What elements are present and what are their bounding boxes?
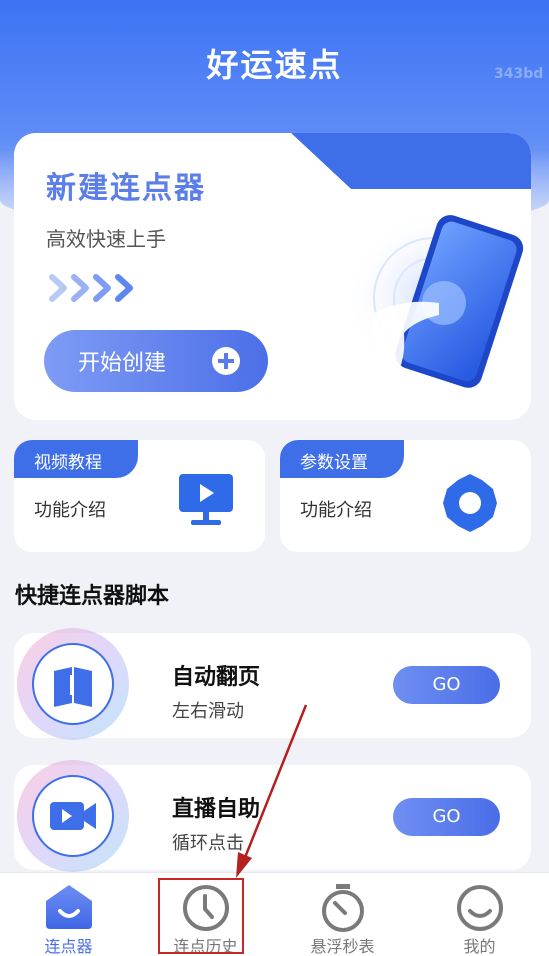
tab-clicker[interactable]: 连点器 [0,873,137,956]
video-camera-icon [14,757,132,875]
plus-icon [212,347,240,375]
script-desc: 循环点击 [172,833,244,854]
start-create-button[interactable]: 开始创建 [44,330,268,392]
feature-desc: 功能介绍 [300,500,372,521]
hero-subtitle: 高效快速上手 [46,227,166,251]
feature-desc: 功能介绍 [34,500,106,521]
parameter-settings-card[interactable]: 参数设置 功能介绍 [280,440,531,552]
script-card-live-assist[interactable]: 直播自助 循环点击 GO [14,760,531,872]
phone-tap-illustration [344,203,531,413]
script-card-auto-page[interactable]: 自动翻页 左右滑动 GO [14,628,531,740]
feature-tag: 视频教程 [14,440,138,478]
tab-label: 悬浮秒表 [310,937,375,956]
script-name: 直播自助 [172,797,261,822]
home-face-icon [46,885,92,929]
tab-label: 连点器 [44,937,93,956]
tab-mine[interactable]: 我的 [411,873,548,956]
hero-title: 新建连点器 [46,171,206,206]
tab-label: 我的 [463,937,496,956]
start-create-label: 开始创建 [78,351,167,376]
stopwatch-icon [322,884,364,932]
page-title: 好运速点 [206,46,343,84]
go-button[interactable]: GO [393,666,500,704]
go-button[interactable]: GO [393,798,500,836]
monitor-play-icon [177,472,235,532]
tab-floating-stopwatch[interactable]: 悬浮秒表 [274,873,411,956]
new-clicker-card[interactable]: 新建连点器 高效快速上手 开始创建 [14,133,531,420]
smile-icon [457,885,503,931]
feature-tag: 参数设置 [280,440,404,478]
bottom-tab-bar: 连点器 连点历史 悬浮秒表 我的 [0,872,549,956]
watermark: 343bd [494,66,544,82]
section-title: 快捷连点器脚本 [15,584,170,609]
book-icon [14,625,132,743]
video-tutorial-card[interactable]: 视频教程 功能介绍 [14,440,265,552]
annotation-highlight-box [158,878,244,954]
gear-icon [439,472,501,538]
script-name: 自动翻页 [172,665,261,690]
script-desc: 左右滑动 [172,701,244,722]
chevrons-icon [46,273,134,303]
